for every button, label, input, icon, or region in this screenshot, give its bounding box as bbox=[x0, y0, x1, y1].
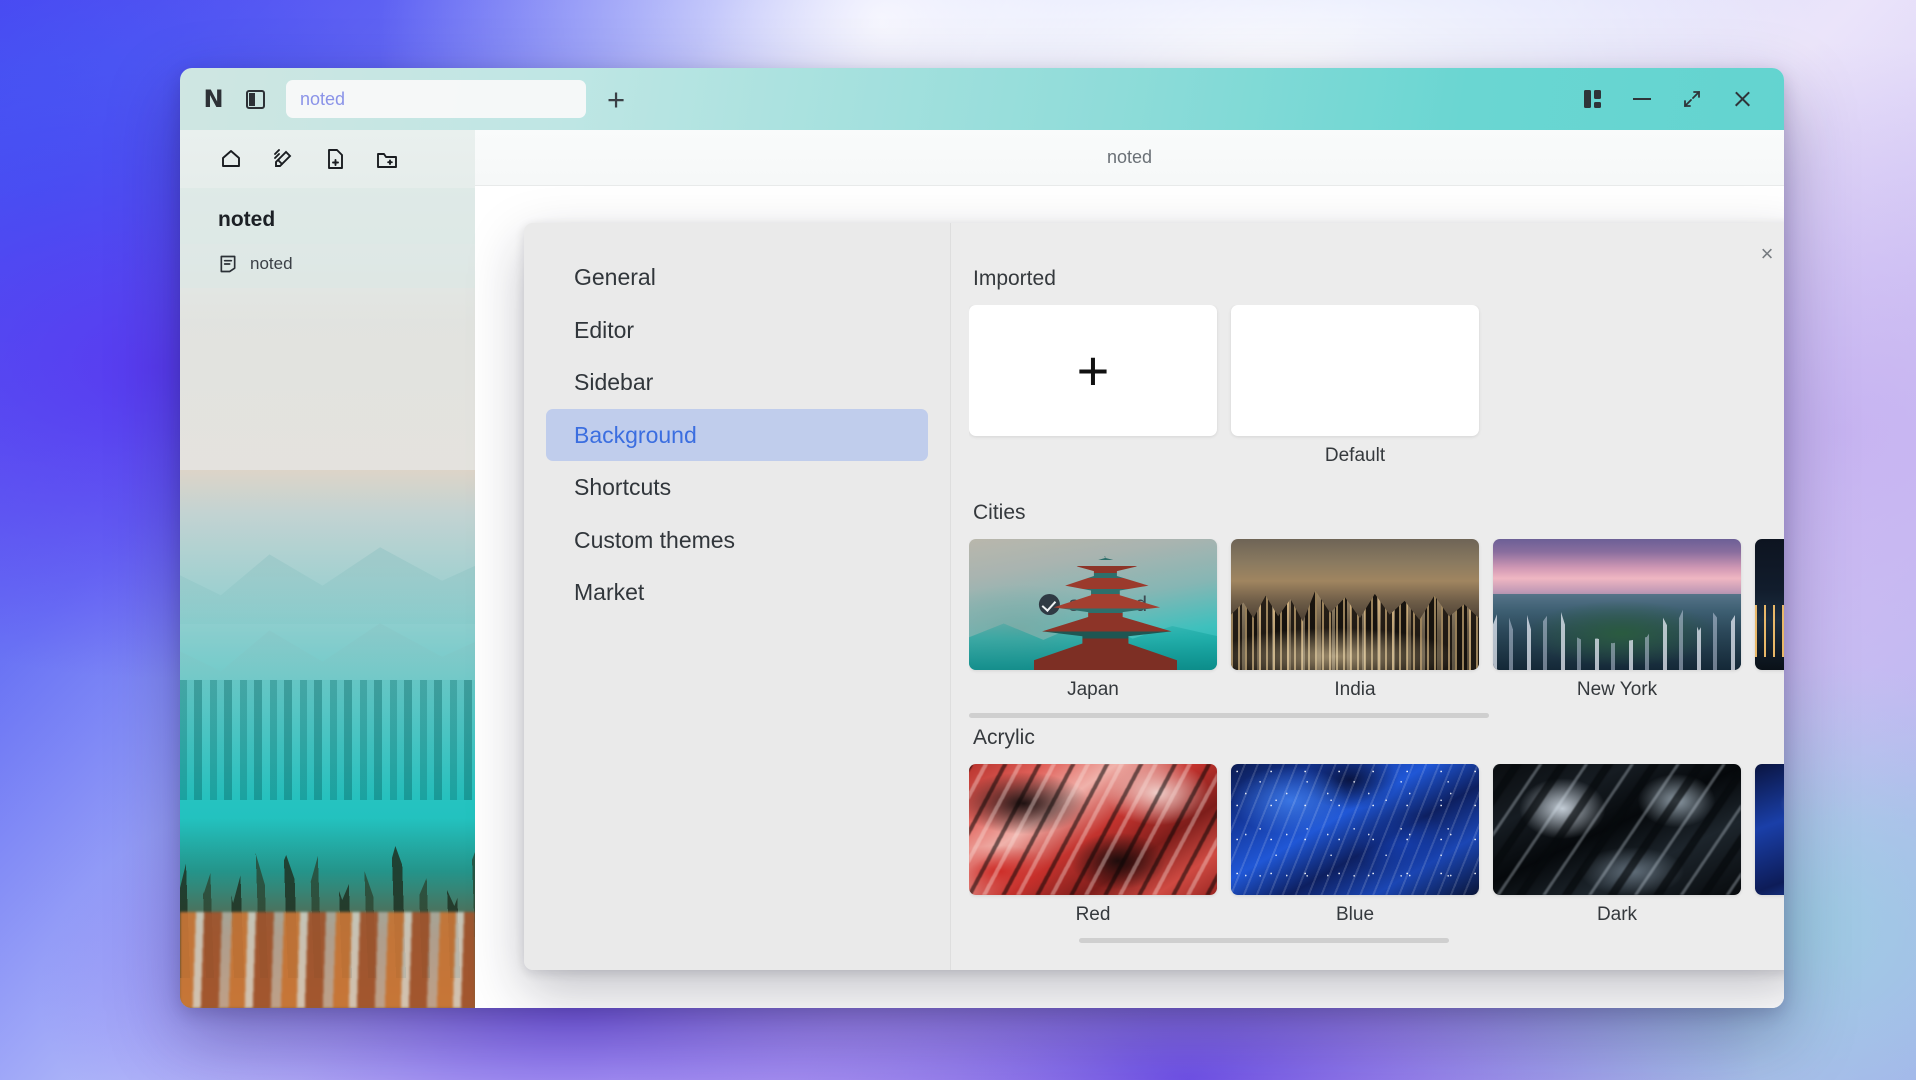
sidebar-section-title: noted bbox=[180, 188, 475, 244]
layout-grid-icon[interactable] bbox=[1570, 77, 1614, 121]
highlight-pen-icon[interactable] bbox=[270, 146, 296, 172]
add-background-button[interactable]: + bbox=[969, 305, 1217, 436]
sidebar-item-label: noted bbox=[250, 254, 293, 273]
settings-nav-item-shortcuts[interactable]: Shortcuts bbox=[546, 461, 928, 514]
settings-nav-item-editor[interactable]: Editor bbox=[546, 304, 928, 357]
thumbnail-image[interactable] bbox=[1755, 764, 1784, 895]
thumbnail-image[interactable]: selected bbox=[969, 539, 1217, 670]
home-icon[interactable] bbox=[218, 146, 244, 172]
background-thumbnail[interactable]: India bbox=[1231, 539, 1479, 701]
thumbnail-label: New York bbox=[1576, 679, 1658, 700]
background-thumbnail[interactable]: Red bbox=[969, 764, 1217, 926]
add-tab-button[interactable]: + bbox=[596, 79, 636, 119]
thumbnail-image[interactable] bbox=[1493, 764, 1741, 895]
thumbnail-row: Red Blue Dark bbox=[969, 764, 1784, 926]
settings-nav-item-market[interactable]: Market bbox=[546, 566, 928, 619]
section-title: Imported bbox=[973, 267, 1056, 290]
window-controls bbox=[1570, 77, 1784, 121]
thumbnail-row: + Default bbox=[969, 305, 1784, 467]
horizontal-scrollbar[interactable] bbox=[1079, 938, 1449, 943]
selected-badge: selected bbox=[1038, 592, 1148, 617]
note-file-icon bbox=[218, 254, 238, 274]
settings-close-button[interactable]: × bbox=[1750, 237, 1784, 271]
background-thumbnail[interactable]: selected Japan bbox=[969, 539, 1217, 701]
background-thumbnail[interactable]: Default bbox=[1231, 305, 1479, 467]
settings-nav: General Editor Sidebar Background Shortcuts C… bbox=[524, 223, 951, 970]
thumbnail-image[interactable] bbox=[1231, 764, 1479, 895]
thumbnail-image[interactable] bbox=[1755, 539, 1784, 670]
app-window: N noted + noted noted noted General Edit… bbox=[180, 68, 1784, 1008]
thumbnail-row: selected Japan India New York bbox=[969, 539, 1784, 701]
settings-nav-item-custom-themes[interactable]: Custom themes bbox=[546, 514, 928, 567]
thumbnail-image[interactable] bbox=[1493, 539, 1741, 670]
background-thumbnail[interactable]: Dark bbox=[1493, 764, 1741, 926]
tab-strip: noted + bbox=[286, 79, 636, 119]
settings-nav-item-sidebar[interactable]: Sidebar bbox=[546, 356, 928, 409]
settings-main-panel: × Imported + Default Cities selected Japan Ind… bbox=[951, 223, 1784, 970]
background-thumbnail[interactable]: New York bbox=[1493, 539, 1741, 701]
background-section: Acrylic Red Blue Dark bbox=[969, 726, 1784, 943]
selected-badge-label: selected bbox=[1068, 592, 1148, 616]
thumbnail-image[interactable] bbox=[1231, 305, 1479, 436]
plus-icon: + bbox=[1076, 338, 1110, 402]
window-titlebar: N noted + bbox=[180, 68, 1784, 130]
thumbnail-label: India bbox=[1334, 679, 1376, 700]
add-background-tile[interactable]: + bbox=[969, 305, 1217, 436]
new-folder-icon[interactable] bbox=[374, 146, 400, 172]
app-sidebar: noted noted bbox=[180, 130, 475, 1008]
background-thumbnail[interactable] bbox=[1755, 539, 1784, 670]
background-section: Imported + Default bbox=[969, 267, 1784, 467]
section-title: Cities bbox=[973, 501, 1026, 524]
new-file-icon[interactable] bbox=[322, 146, 348, 172]
thumbnail-label: Dark bbox=[1596, 904, 1638, 925]
background-section: Cities selected Japan India New York bbox=[969, 501, 1784, 718]
thumbnail-label: Japan bbox=[1067, 679, 1119, 700]
check-circle-icon bbox=[1038, 594, 1060, 615]
sidebar-panel-icon[interactable] bbox=[240, 84, 270, 114]
settings-scroll-region: Imported + Default Cities selected Japan India… bbox=[951, 223, 1784, 970]
thumbnail-label: Red bbox=[1075, 904, 1111, 925]
settings-nav-item-general[interactable]: General bbox=[546, 251, 928, 304]
background-thumbnail[interactable]: Blue bbox=[1231, 764, 1479, 926]
thumbnail-label: Default bbox=[1324, 445, 1386, 466]
sidebar-background-photo bbox=[180, 470, 475, 1008]
app-logo-icon: N bbox=[203, 85, 223, 113]
thumbnail-label: Blue bbox=[1335, 904, 1375, 925]
sidebar-toolbar bbox=[180, 130, 475, 188]
maximize-icon[interactable] bbox=[1670, 77, 1714, 121]
section-title: Acrylic bbox=[973, 726, 1035, 749]
thumbnail-image[interactable] bbox=[969, 764, 1217, 895]
settings-nav-item-background[interactable]: Background bbox=[546, 408, 928, 461]
content-tab-title: noted bbox=[475, 130, 1784, 186]
close-icon[interactable] bbox=[1720, 77, 1764, 121]
horizontal-scrollbar[interactable] bbox=[969, 713, 1489, 718]
minimize-icon[interactable] bbox=[1620, 77, 1664, 121]
background-thumbnail[interactable] bbox=[1755, 764, 1784, 895]
tab-noted[interactable]: noted bbox=[286, 80, 586, 118]
thumbnail-image[interactable] bbox=[1231, 539, 1479, 670]
sidebar-item-noted[interactable]: noted bbox=[180, 244, 475, 288]
settings-dialog: General Editor Sidebar Background Shortcuts C… bbox=[524, 223, 1784, 970]
